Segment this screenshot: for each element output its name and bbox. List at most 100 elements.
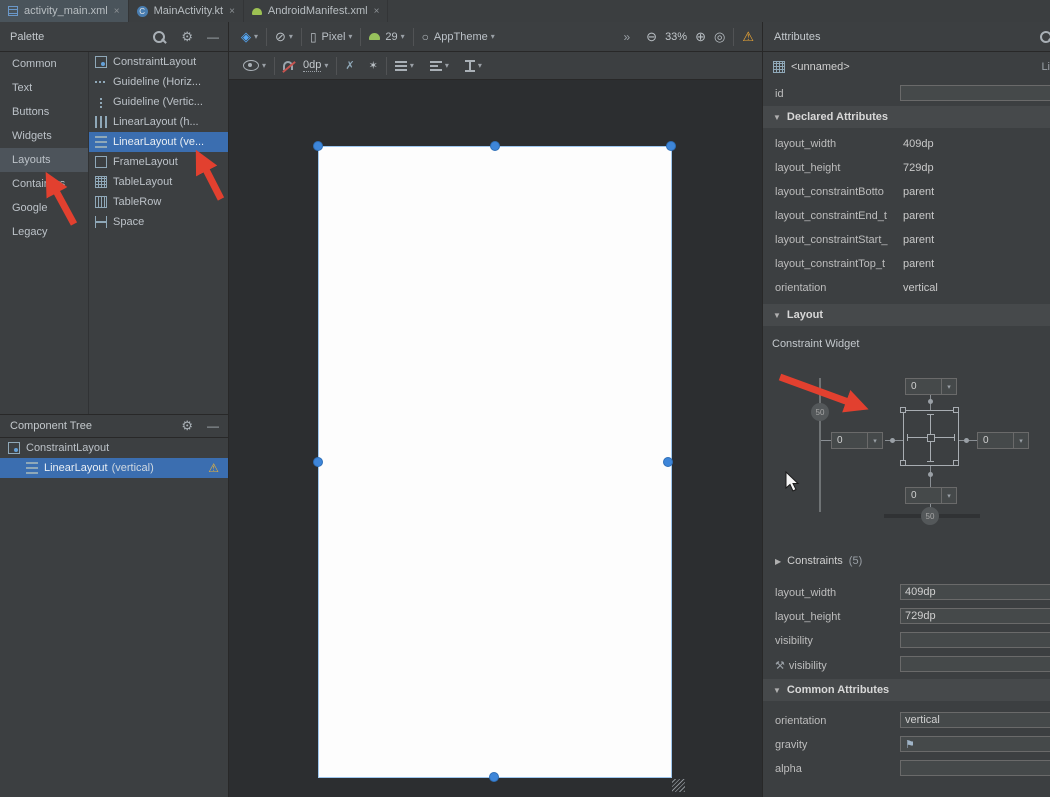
search-icon[interactable] xyxy=(1040,31,1050,43)
gear-icon[interactable]: ⚙ xyxy=(181,29,193,45)
visibility-input[interactable] xyxy=(900,632,1050,648)
chevron-down-icon[interactable]: ▾ xyxy=(867,433,882,448)
close-icon[interactable]: × xyxy=(374,6,380,17)
palette-category-layouts[interactable]: Layouts xyxy=(0,148,88,172)
guidelines-icon[interactable] xyxy=(395,61,407,71)
flag-icon[interactable]: ⚑ xyxy=(905,738,915,751)
left-margin-dropdown[interactable]: 0 ▾ xyxy=(831,432,883,449)
chevron-down-icon[interactable]: ▾ xyxy=(1013,433,1028,448)
tools-visibility-input[interactable] xyxy=(900,656,1050,672)
section-declared-attributes[interactable]: ▼ Declared Attributes xyxy=(763,106,1050,128)
id-input[interactable] xyxy=(900,85,1050,101)
attr-row[interactable]: layout_constraintBottoparent xyxy=(763,180,1050,204)
warning-icon[interactable]: ⚠ xyxy=(208,461,219,475)
chevron-down-icon[interactable]: ▾ xyxy=(324,61,328,70)
tree-item-linearlayout[interactable]: LinearLayout (vertical) ⚠ xyxy=(0,458,229,478)
attr-row[interactable]: layout_constraintTop_tparent xyxy=(763,252,1050,276)
expand-icon[interactable]: ▶ xyxy=(775,557,781,566)
search-icon[interactable] xyxy=(153,31,165,43)
palette-category-google[interactable]: Google xyxy=(0,196,88,220)
zoom-fit-icon[interactable]: ◎ xyxy=(714,29,725,45)
alpha-input[interactable] xyxy=(900,760,1050,776)
tree-item-constraintlayout[interactable]: ConstraintLayout xyxy=(0,438,229,458)
close-icon[interactable]: × xyxy=(114,6,120,17)
attr-row[interactable]: layout_constraintStart_parent xyxy=(763,228,1050,252)
chevron-down-icon[interactable]: ▾ xyxy=(262,61,266,70)
clear-constraints-icon[interactable]: ✗ xyxy=(345,59,354,72)
handle-top[interactable] xyxy=(490,141,500,151)
tab-android-manifest[interactable]: AndroidManifest.xml × xyxy=(244,0,389,22)
infer-constraints-icon[interactable]: ✶ xyxy=(369,59,378,72)
system-ui-icon[interactable]: ⊘ xyxy=(275,29,286,45)
close-icon[interactable]: × xyxy=(229,6,235,17)
gravity-input[interactable]: ⚑ xyxy=(900,736,1050,752)
palette-category-legacy[interactable]: Legacy xyxy=(0,220,88,244)
handle-bottom[interactable] xyxy=(489,772,499,782)
design-surface-icon[interactable]: ◈ xyxy=(241,29,251,45)
handle-right[interactable] xyxy=(663,457,673,467)
orientation-input[interactable]: vertical xyxy=(900,712,1050,728)
constraints-row[interactable]: ▶ Constraints (5) xyxy=(763,549,1050,573)
zoom-out-icon[interactable]: ⊖ xyxy=(646,29,657,45)
chevron-down-icon[interactable]: ▾ xyxy=(289,32,293,41)
chevron-down-icon[interactable]: ▾ xyxy=(491,32,495,41)
handle-top-right[interactable] xyxy=(666,141,676,151)
vertical-bias-slider[interactable] xyxy=(819,378,821,512)
chevron-down-icon[interactable]: ▾ xyxy=(941,488,956,503)
palette-item-space[interactable]: Space xyxy=(89,212,229,232)
palette-category-text[interactable]: Text xyxy=(0,76,88,100)
minimize-icon[interactable]: — xyxy=(207,30,219,44)
canvas-resize-handle[interactable] xyxy=(672,779,685,792)
palette-item-tablerow[interactable]: TableRow xyxy=(89,192,229,212)
constraint-widget-center[interactable] xyxy=(927,434,935,442)
palette-item-tablelayout[interactable]: TableLayout xyxy=(89,172,229,192)
palette-category-common[interactable]: Common xyxy=(0,52,88,76)
constraint-anchor-top-left[interactable] xyxy=(900,407,906,413)
tab-main-activity[interactable]: C MainActivity.kt × xyxy=(129,0,244,22)
chevron-down-icon[interactable]: ▾ xyxy=(445,61,449,70)
linearlayout-canvas[interactable] xyxy=(318,146,672,778)
section-layout[interactable]: ▼ Layout xyxy=(763,304,1050,326)
chevron-down-icon[interactable]: ▾ xyxy=(410,61,414,70)
view-options-icon[interactable] xyxy=(243,60,259,71)
bottom-margin-dropdown[interactable]: 0 ▾ xyxy=(905,487,957,504)
vertical-bias-value[interactable]: 50 xyxy=(811,403,829,421)
constraint-anchor-bottom-left[interactable] xyxy=(900,460,906,466)
attr-row[interactable]: layout_width409dp xyxy=(763,132,1050,156)
tab-activity-main[interactable]: activity_main.xml × xyxy=(0,0,129,22)
top-margin-dropdown[interactable]: 0 ▾ xyxy=(905,378,957,395)
palette-item-guideline-horizontal[interactable]: Guideline (Horiz... xyxy=(89,72,229,92)
palette-item-linearlayout-vertical[interactable]: LinearLayout (ve... xyxy=(89,132,229,152)
palette-item-constraintlayout[interactable]: ConstraintLayout xyxy=(89,52,229,72)
zoom-in-icon[interactable]: ⊕ xyxy=(695,29,706,45)
layout-width-input[interactable]: 409dp xyxy=(900,584,1050,600)
palette-item-guideline-vertical[interactable]: Guideline (Vertic... xyxy=(89,92,229,112)
autoconnect-off-icon[interactable] xyxy=(283,61,293,70)
palette-category-buttons[interactable]: Buttons xyxy=(0,100,88,124)
palette-category-widgets[interactable]: Widgets xyxy=(0,124,88,148)
handle-left[interactable] xyxy=(313,457,323,467)
align-icon[interactable] xyxy=(430,61,442,71)
right-margin-dropdown[interactable]: 0 ▾ xyxy=(977,432,1029,449)
api-level[interactable]: 29 xyxy=(385,31,397,43)
default-margins[interactable]: 0dp xyxy=(303,59,321,72)
constraint-anchor-bottom-right[interactable] xyxy=(953,460,959,466)
constraint-anchor-top-right[interactable] xyxy=(953,407,959,413)
theme-name[interactable]: AppTheme xyxy=(434,31,488,43)
horizontal-bias-value[interactable]: 50 xyxy=(921,507,939,525)
device-name[interactable]: Pixel xyxy=(322,31,346,43)
palette-item-framelayout[interactable]: FrameLayout xyxy=(89,152,229,172)
chevron-down-icon[interactable]: ▾ xyxy=(941,379,956,394)
chevron-down-icon[interactable]: ▾ xyxy=(348,32,352,41)
overflow-chevrons-icon[interactable]: » xyxy=(623,30,630,44)
handle-top-left[interactable] xyxy=(313,141,323,151)
attr-row[interactable]: layout_height729dp xyxy=(763,156,1050,180)
section-common-attributes[interactable]: ▼ Common Attributes xyxy=(763,679,1050,701)
gear-icon[interactable]: ⚙ xyxy=(181,418,193,434)
attr-row[interactable]: orientationvertical xyxy=(763,276,1050,300)
attr-row[interactable]: layout_constraintEnd_tparent xyxy=(763,204,1050,228)
pack-icon[interactable] xyxy=(465,60,475,72)
chevron-down-icon[interactable]: ▾ xyxy=(478,61,482,70)
chevron-down-icon[interactable]: ▾ xyxy=(401,32,405,41)
layout-height-input[interactable]: 729dp xyxy=(900,608,1050,624)
